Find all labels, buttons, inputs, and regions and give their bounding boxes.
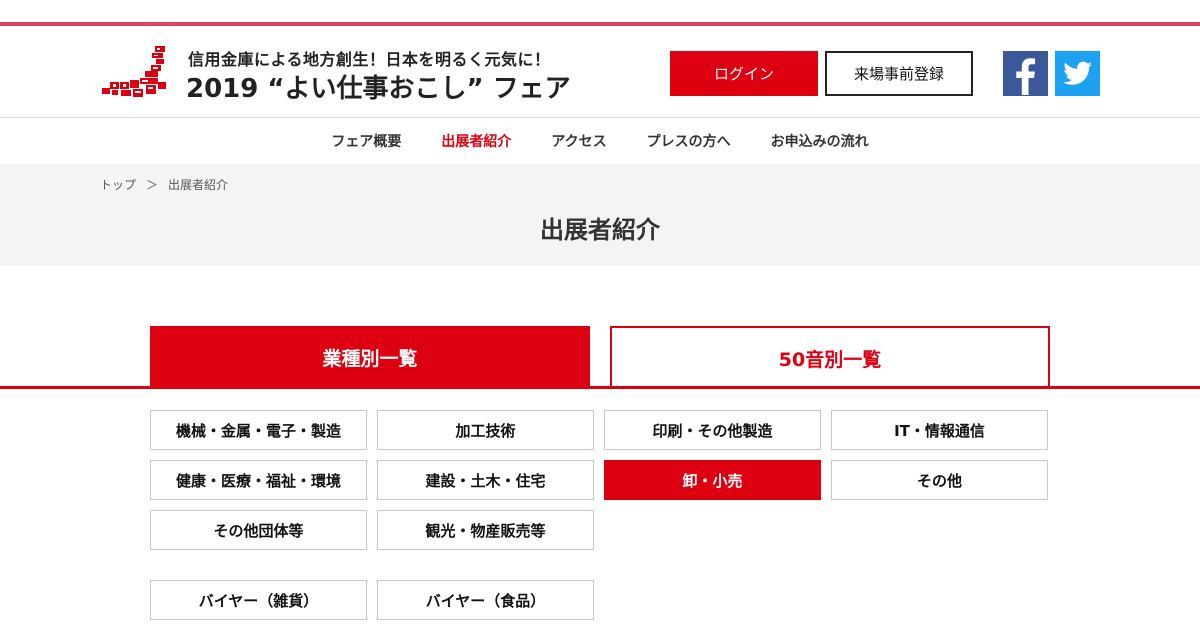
- category-button-machinery-metal[interactable]: 機械・金属・電子・製造: [150, 410, 367, 450]
- category-button-other[interactable]: その他: [831, 460, 1048, 500]
- site-title[interactable]: 2019 “よい仕事おこし” フェア: [186, 68, 571, 105]
- pre-registration-button[interactable]: 来場事前登録: [825, 51, 973, 96]
- nav-item-application-flow[interactable]: お申込みの流れ: [771, 130, 869, 154]
- category-button-it-telecom[interactable]: IT・情報通信: [831, 410, 1048, 450]
- page-header: トップ ＞ 出展者紹介 出展者紹介: [0, 164, 1200, 266]
- category-button-health-medical[interactable]: 健康・医療・福祉・環境: [150, 460, 367, 500]
- header-divider: [0, 117, 1200, 118]
- site-subtitle: 信用金庫による地方創生！日本を明るく元気に！: [188, 50, 551, 69]
- facebook-link[interactable]: [1003, 51, 1048, 96]
- nav-item-exhibitors[interactable]: 出展者紹介: [441, 130, 511, 154]
- japan-map-logo[interactable]: [100, 44, 170, 100]
- category-button-construction-housing[interactable]: 建設・土木・住宅: [377, 460, 594, 500]
- breadcrumb: トップ ＞ 出展者紹介: [100, 176, 228, 193]
- breadcrumb-separator: ＞: [146, 178, 159, 192]
- global-nav: フェア概要 出展者紹介 アクセス プレスの方へ お申込みの流れ: [0, 130, 1200, 154]
- top-accent-stripe: [0, 22, 1200, 26]
- category-button-processing-tech[interactable]: 加工技術: [377, 410, 594, 450]
- facebook-icon: [1016, 58, 1036, 95]
- nav-item-access[interactable]: アクセス: [551, 130, 606, 154]
- category-button-printing-manufacturing[interactable]: 印刷・その他製造: [604, 410, 821, 450]
- page-title: 出展者紹介: [540, 216, 660, 244]
- category-button-buyer-goods[interactable]: バイヤー（雑貨）: [150, 580, 367, 620]
- category-button-wholesale-retail[interactable]: 卸・小売: [604, 460, 821, 500]
- twitter-link[interactable]: [1055, 51, 1100, 96]
- category-button-buyer-food[interactable]: バイヤー（食品）: [377, 580, 594, 620]
- tab-by-industry[interactable]: 業種別一覧: [150, 326, 590, 388]
- twitter-icon: [1063, 61, 1092, 85]
- breadcrumb-current: 出展者紹介: [168, 178, 229, 192]
- nav-item-fair-overview[interactable]: フェア概要: [331, 130, 401, 154]
- tabs-underline: [0, 386, 1200, 389]
- category-button-tourism-products[interactable]: 観光・物産販売等: [377, 510, 594, 550]
- category-button-other-organizations[interactable]: その他団体等: [150, 510, 367, 550]
- tab-by-syllabary[interactable]: 50音別一覧: [610, 326, 1050, 388]
- login-button[interactable]: ログイン: [670, 51, 818, 96]
- breadcrumb-home-link[interactable]: トップ: [100, 176, 136, 193]
- nav-item-press[interactable]: プレスの方へ: [647, 130, 731, 154]
